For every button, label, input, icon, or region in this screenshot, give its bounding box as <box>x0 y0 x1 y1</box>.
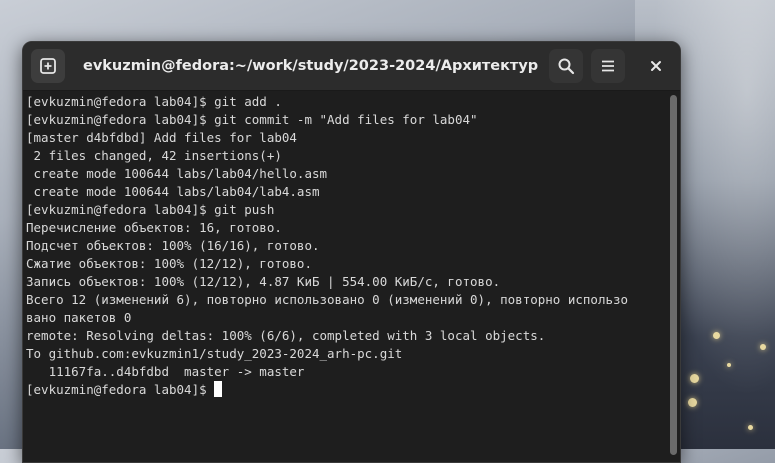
search-button[interactable] <box>549 49 583 83</box>
wallpaper-light <box>688 398 697 407</box>
terminal-line: [evkuzmin@fedora lab04]$ git commit -m "… <box>26 112 478 127</box>
terminal-prompt-line[interactable]: [evkuzmin@fedora lab04]$ <box>26 381 666 399</box>
search-icon <box>558 58 575 75</box>
terminal-line: [evkuzmin@fedora lab04]$ git add . <box>26 94 282 109</box>
wallpaper-light <box>748 425 753 430</box>
hamburger-menu-icon <box>602 60 614 72</box>
close-button[interactable] <box>639 49 673 83</box>
main-menu-button[interactable] <box>591 49 625 83</box>
terminal-line: 2 files changed, 42 insertions(+) <box>26 148 282 163</box>
terminal-line: Всего 12 (изменений 6), повторно использ… <box>26 292 629 307</box>
shell-prompt: [evkuzmin@fedora lab04]$ <box>26 382 215 397</box>
terminal-line: [master d4bfdbd] Add files for lab04 <box>26 130 297 145</box>
wallpaper-light <box>690 374 699 383</box>
scrollbar[interactable] <box>670 95 677 455</box>
terminal-line: Сжатие объектов: 100% (12/12), готово. <box>26 256 312 271</box>
header-bar: evkuzmin@fedora:~/work/study/2023-2024/А… <box>23 42 680 91</box>
terminal-output[interactable]: [evkuzmin@fedora lab04]$ git add . [evku… <box>23 91 666 462</box>
terminal-line: remote: Resolving deltas: 100% (6/6), co… <box>26 328 546 343</box>
terminal-line: 11167fa..d4bfdbd master -> master <box>26 364 305 379</box>
terminal-line: Перечисление объектов: 16, готово. <box>26 220 282 235</box>
new-tab-icon <box>40 58 56 74</box>
terminal-line: To github.com:evkuzmin1/study_2023-2024_… <box>26 346 403 361</box>
terminal-window: evkuzmin@fedora:~/work/study/2023-2024/А… <box>22 41 681 463</box>
wallpaper-light <box>760 344 766 350</box>
terminal-line: вано пакетов 0 <box>26 310 132 325</box>
window-title: evkuzmin@fedora:~/work/study/2023-2024/А… <box>83 58 538 74</box>
close-icon <box>651 61 661 71</box>
terminal-line: Запись объектов: 100% (12/12), 4.87 КиБ … <box>26 274 501 289</box>
text-cursor <box>214 381 223 397</box>
terminal-line: create mode 100644 labs/lab04/lab4.asm <box>26 184 320 199</box>
terminal-line: [evkuzmin@fedora lab04]$ git push <box>26 202 275 217</box>
wallpaper-light <box>727 363 731 367</box>
wallpaper-light <box>713 332 720 339</box>
terminal-line: create mode 100644 labs/lab04/hello.asm <box>26 166 328 181</box>
terminal-line: Подсчет объектов: 100% (16/16), готово. <box>26 238 320 253</box>
new-tab-button[interactable] <box>31 49 65 83</box>
